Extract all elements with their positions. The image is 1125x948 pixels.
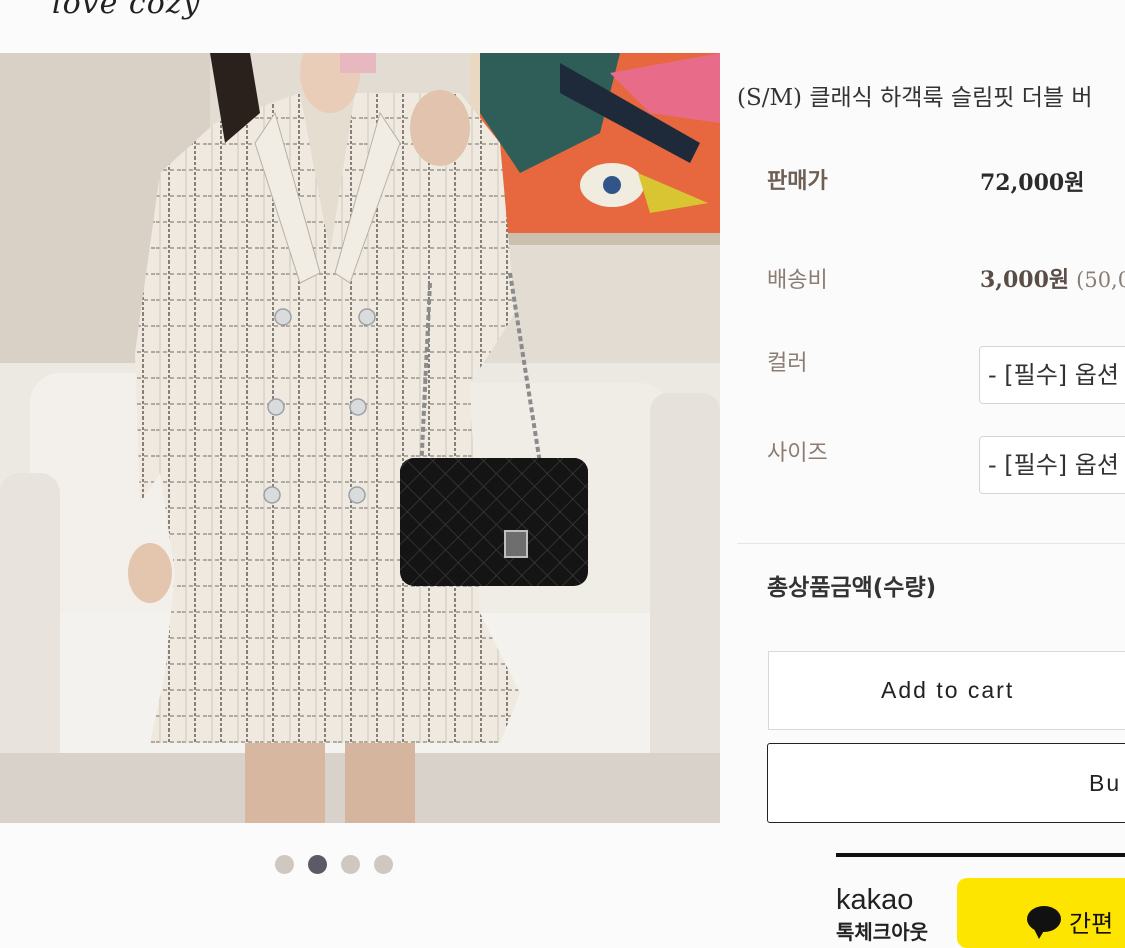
gallery-dot[interactable] [275, 854, 294, 874]
product-title: (S/M) 클래식 하객룩 슬림핏 더블 버 [737, 78, 1093, 112]
gallery-dot[interactable] [341, 854, 360, 874]
buy-now-button[interactable]: Bu [767, 743, 1125, 823]
product-title-text: 클래식 하객룩 슬림핏 더블 버 [809, 85, 1093, 111]
shipping-info: 3,000원 (50,0 [980, 262, 1125, 294]
price-value: 72,000원 [980, 170, 1085, 196]
kakao-logo: kakao [836, 884, 914, 916]
add-to-cart-label: Add to cart [881, 677, 1015, 703]
section-divider [737, 543, 1125, 544]
color-select[interactable]: - [필수] 옵션 [979, 346, 1125, 404]
size-select[interactable]: - [필수] 옵션 [979, 436, 1125, 494]
gallery-pagination [275, 853, 393, 875]
gallery-dot[interactable] [374, 854, 393, 874]
buy-now-label: Bu [1089, 770, 1122, 796]
product-size-tag: (S/M) [737, 85, 803, 111]
color-label: 컬러 [767, 351, 808, 376]
kakao-checkout-text: 톡체크아웃 [836, 920, 928, 944]
kakao-talk-icon [1027, 906, 1061, 939]
shipping-value: 3,000원 [980, 267, 1070, 293]
add-to-cart-button[interactable]: Add to cart [768, 651, 1125, 730]
price-label: 판매가 [767, 169, 828, 194]
logo-mark-icon: · [52, 0, 57, 4]
product-image[interactable] [0, 53, 720, 823]
gallery-dot-active[interactable] [308, 854, 327, 874]
size-label: 사이즈 [767, 441, 828, 466]
brand-logo-text: love cozy [52, 0, 201, 21]
kakao-pay-button[interactable]: 간편 [957, 878, 1125, 948]
shipping-note: (50,0 [1076, 268, 1125, 292]
brand-logo[interactable]: · love cozy [52, 0, 201, 21]
total-amount-label: 총상품금액(수량) [767, 575, 937, 601]
kakao-divider [836, 853, 1125, 857]
shipping-label: 배송비 [767, 268, 828, 293]
kakao-pay-label: 간편 [1069, 910, 1114, 938]
